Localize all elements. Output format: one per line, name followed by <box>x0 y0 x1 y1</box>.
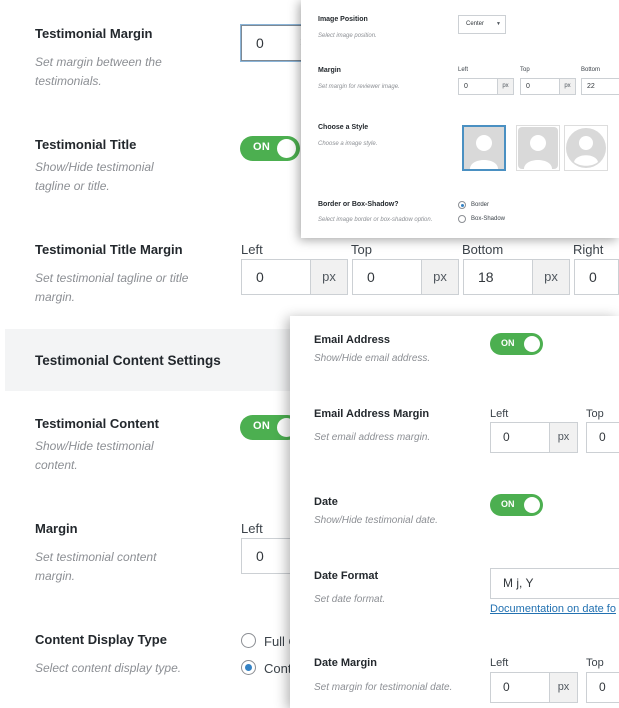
style-square-option[interactable] <box>462 125 506 171</box>
testimonial-content-desc: Show/Hide testimonial content. <box>35 439 154 472</box>
toggle-knob <box>277 139 296 158</box>
toggle-knob <box>524 497 540 513</box>
email-margin-left-label: Left <box>490 408 509 420</box>
title-margin-top-unit: px <box>422 259 459 295</box>
date-margin-left-unit: px <box>550 672 578 703</box>
date-format-title: Date Format <box>314 570 379 582</box>
border-shadow-title: Border or Box-Shadow? <box>318 201 399 208</box>
square-avatar-icon <box>464 127 504 169</box>
email-margin-desc: Set email address margin. <box>314 432 431 443</box>
content-margin-desc: Set testimonial content margin. <box>35 550 157 583</box>
title-margin-title: Testimonial Title Margin <box>35 242 183 257</box>
toggle-knob <box>524 336 540 352</box>
border-radio[interactable] <box>458 201 466 209</box>
content-margin-left-label: Left <box>241 521 263 536</box>
display-type-content-radio[interactable] <box>241 660 256 675</box>
email-address-desc: Show/Hide email address. <box>314 353 431 364</box>
title-margin-right-input[interactable]: 0 <box>574 259 619 295</box>
date-format-desc: Set date format. <box>314 594 386 605</box>
testimonial-margin-desc: Set margin between the testimonials. <box>35 55 162 88</box>
title-margin-bottom-unit: px <box>533 259 570 295</box>
image-margin-top-unit: px <box>560 78 576 95</box>
display-type-content-label: Cont <box>264 661 292 676</box>
image-margin-desc: Set margin for reviewer image. <box>318 84 400 90</box>
image-margin-title: Margin <box>318 67 341 74</box>
date-format-documentation-link[interactable]: Documentation on date fo <box>490 603 616 615</box>
content-display-type-title: Content Display Type <box>35 632 167 647</box>
image-margin-left-input[interactable]: 0 <box>458 78 498 95</box>
display-type-full-radio[interactable] <box>241 633 256 648</box>
style-circle-option[interactable] <box>564 125 608 171</box>
box-shadow-radio[interactable] <box>458 215 466 223</box>
choose-style-title: Choose a Style <box>318 124 369 131</box>
image-margin-left-label: Left <box>458 67 469 73</box>
border-radio-label: Border <box>471 202 490 208</box>
title-margin-desc: Set testimonial tagline or title margin. <box>35 271 189 304</box>
testimonial-title-toggle[interactable]: ON <box>240 136 300 161</box>
date-desc: Show/Hide testimonial date. <box>314 515 438 526</box>
title-margin-left-input[interactable]: 0 <box>241 259 311 295</box>
date-format-input[interactable]: M j, Y <box>490 568 619 599</box>
image-margin-top-input[interactable]: 0 <box>520 78 560 95</box>
chevron-down-icon: ▼ <box>496 21 501 27</box>
date-margin-top-input[interactable]: 0 <box>586 672 619 703</box>
title-margin-top-input[interactable]: 0 <box>352 259 422 295</box>
email-address-toggle[interactable]: ON <box>490 333 543 355</box>
title-margin-left-unit: px <box>311 259 348 295</box>
email-address-title: Email Address <box>314 334 391 346</box>
title-margin-bottom-label: Bottom <box>462 242 504 257</box>
email-margin-title: Email Address Margin <box>314 408 430 420</box>
image-margin-bottom-label: Bottom <box>581 67 601 73</box>
rounded-avatar-icon <box>518 127 558 169</box>
image-margin-top-label: Top <box>520 67 530 73</box>
date-margin-title: Date Margin <box>314 657 377 669</box>
style-rounded-option[interactable] <box>516 125 560 171</box>
section-heading: Testimonial Content Settings <box>35 353 221 368</box>
title-margin-bottom-input[interactable]: 18 <box>463 259 533 295</box>
image-position-select[interactable]: Center ▼ <box>458 15 506 34</box>
image-position-title: Image Position <box>318 16 368 23</box>
image-position-desc: Select image position. <box>318 33 377 39</box>
date-title: Date <box>314 496 338 508</box>
meta-settings-panel: Email Address Show/Hide email address. O… <box>290 316 619 708</box>
date-margin-desc: Set margin for testimonial date. <box>314 682 453 693</box>
date-margin-top-label: Top <box>586 657 604 669</box>
circle-avatar-icon <box>566 128 606 168</box>
image-margin-bottom-input[interactable]: 22 <box>581 78 619 95</box>
content-margin-title: Margin <box>35 521 78 536</box>
image-margin-left-unit: px <box>498 78 514 95</box>
testimonial-margin-title: Testimonial Margin <box>35 26 153 41</box>
email-margin-left-input[interactable]: 0 <box>490 422 550 453</box>
testimonial-content-title: Testimonial Content <box>35 416 159 431</box>
testimonial-title-desc: Show/Hide testimonial tagline or title. <box>35 160 154 193</box>
image-settings-panel: Image Position Select image position. Ce… <box>301 0 619 238</box>
email-margin-left-unit: px <box>550 422 578 453</box>
content-display-type-desc: Select content display type. <box>35 661 182 675</box>
border-shadow-desc: Select image border or box-shadow option… <box>318 217 433 223</box>
date-margin-left-label: Left <box>490 657 509 669</box>
box-shadow-radio-label: Box-Shadow <box>471 216 506 222</box>
testimonial-title-title: Testimonial Title <box>35 137 137 152</box>
email-margin-top-label: Top <box>586 408 604 420</box>
email-margin-top-input[interactable]: 0 <box>586 422 619 453</box>
date-toggle[interactable]: ON <box>490 494 543 516</box>
title-margin-right-label: Right <box>573 242 604 257</box>
choose-style-desc: Choose a image style. <box>318 141 378 147</box>
date-margin-left-input[interactable]: 0 <box>490 672 550 703</box>
title-margin-left-label: Left <box>241 242 263 257</box>
title-margin-top-label: Top <box>351 242 372 257</box>
